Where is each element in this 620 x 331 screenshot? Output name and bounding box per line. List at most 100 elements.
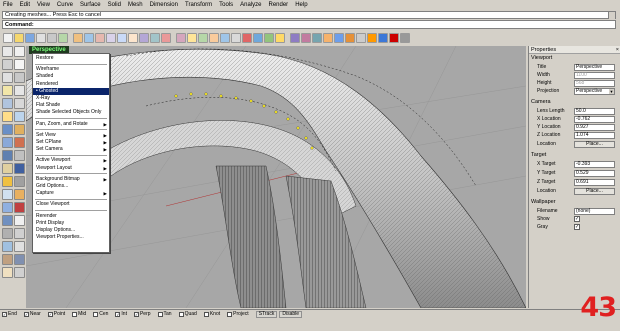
- command-history-scrollbar[interactable]: [608, 12, 615, 19]
- tool-button-icon[interactable]: [2, 46, 13, 57]
- command-input[interactable]: Command:: [2, 20, 616, 29]
- toolbar-button-icon[interactable]: [290, 33, 300, 43]
- toolbar-button-icon[interactable]: [14, 33, 24, 43]
- show-checkbox[interactable]: ✓: [574, 216, 580, 222]
- tool-button-icon[interactable]: [2, 176, 13, 187]
- context-menu-item-x-ray[interactable]: X-Ray: [33, 95, 109, 102]
- tool-button-icon[interactable]: [14, 202, 25, 213]
- context-menu-item-viewport-properties[interactable]: Viewport Properties...: [33, 234, 109, 241]
- context-menu-item-flat-shade[interactable]: Flat Shade: [33, 102, 109, 109]
- menu-file[interactable]: File: [3, 2, 13, 8]
- toolbar-button-icon[interactable]: [176, 33, 186, 43]
- z-target-field[interactable]: 0.691: [574, 179, 615, 186]
- tool-button-icon[interactable]: [2, 241, 13, 252]
- toolbar-button-icon[interactable]: [25, 33, 35, 43]
- x-location-field[interactable]: -0.762: [574, 116, 615, 123]
- tool-button-icon[interactable]: [2, 189, 13, 200]
- toolbar-button-icon[interactable]: [242, 33, 252, 43]
- context-menu-item-viewport-layout[interactable]: Viewport Layout ▶: [33, 165, 109, 172]
- osnap-checkbox[interactable]: ✓: [133, 311, 139, 317]
- toolbar-button-icon[interactable]: [117, 33, 127, 43]
- tool-button-icon[interactable]: [14, 228, 25, 239]
- tool-button-icon[interactable]: [2, 98, 13, 109]
- y-target-field[interactable]: 0.529: [574, 170, 615, 177]
- tool-button-icon[interactable]: [14, 124, 25, 135]
- toolbar-button-icon[interactable]: [301, 33, 311, 43]
- camera-place-button[interactable]: Place...: [574, 141, 615, 148]
- toolbar-button-icon[interactable]: [198, 33, 208, 43]
- tool-button-icon[interactable]: [14, 137, 25, 148]
- context-menu-item-display-options[interactable]: Display Options...: [33, 227, 109, 234]
- toolbar-button-icon[interactable]: [389, 33, 399, 43]
- toolbar-button-icon[interactable]: [73, 33, 83, 43]
- context-menu-item-restore[interactable]: Restore: [33, 55, 109, 62]
- z-location-field[interactable]: 1.074: [574, 132, 615, 139]
- osnap-checkbox[interactable]: [93, 311, 99, 317]
- toolbar-button-icon[interactable]: [231, 33, 241, 43]
- context-menu-item-close-viewport[interactable]: Close Viewport: [33, 201, 109, 208]
- target-place-button[interactable]: Place...: [574, 188, 615, 195]
- osnap-checkbox[interactable]: ✓: [2, 311, 7, 317]
- menu-curve[interactable]: Curve: [57, 2, 73, 8]
- menu-edit[interactable]: Edit: [20, 2, 30, 8]
- menu-mesh[interactable]: Mesh: [128, 2, 143, 8]
- tool-button-icon[interactable]: [14, 189, 25, 200]
- tool-button-icon[interactable]: [14, 267, 25, 278]
- menu-tools[interactable]: Tools: [219, 2, 233, 8]
- tool-button-icon[interactable]: [2, 137, 13, 148]
- toolbar-button-icon[interactable]: [84, 33, 94, 43]
- x-target-field[interactable]: -0.393: [574, 161, 615, 168]
- context-menu-item-shade-selected-objects-only[interactable]: Shade Selected Objects Only: [33, 109, 109, 116]
- context-menu-item-background-bitmap[interactable]: Background Bitmap ▶: [33, 176, 109, 183]
- toolbar-button-icon[interactable]: [345, 33, 355, 43]
- toolbar-button-icon[interactable]: [47, 33, 57, 43]
- toolbar-button-icon[interactable]: [264, 33, 274, 43]
- tool-button-icon[interactable]: [14, 241, 25, 252]
- toolbar-button-icon[interactable]: [275, 33, 285, 43]
- menu-transform[interactable]: Transform: [185, 2, 212, 8]
- toolbar-button-icon[interactable]: [400, 33, 410, 43]
- tool-button-icon[interactable]: [2, 124, 13, 135]
- tool-button-icon[interactable]: [14, 163, 25, 174]
- osnap-near[interactable]: ✓ Near: [23, 311, 41, 317]
- toolbar-button-icon[interactable]: [378, 33, 388, 43]
- context-menu-item-set-view[interactable]: Set View ▶: [33, 132, 109, 139]
- tool-button-icon[interactable]: [14, 46, 25, 57]
- context-menu-item-rendered[interactable]: Rendered: [33, 81, 109, 88]
- osnap-point[interactable]: ✓ Point: [47, 311, 65, 317]
- toolbar-button-icon[interactable]: [334, 33, 344, 43]
- tool-button-icon[interactable]: [2, 111, 13, 122]
- osnap-int[interactable]: ✓ Int: [115, 311, 127, 317]
- filename-field[interactable]: (none): [574, 208, 615, 215]
- tool-button-icon[interactable]: [2, 254, 13, 265]
- context-menu-item-pan-zoom-and-rotate[interactable]: Pan, Zoom, and Rotate ▶: [33, 121, 109, 128]
- toolbar-button-icon[interactable]: [58, 33, 68, 43]
- context-menu-item-wireframe[interactable]: Wireframe: [33, 66, 109, 73]
- tool-button-icon[interactable]: [14, 176, 25, 187]
- menu-help[interactable]: Help: [295, 2, 307, 8]
- tool-button-icon[interactable]: [14, 85, 25, 96]
- tool-button-icon[interactable]: [14, 111, 25, 122]
- osnap-knot[interactable]: Knot: [203, 311, 220, 317]
- osnap-project[interactable]: Project: [227, 311, 249, 317]
- tool-button-icon[interactable]: [2, 202, 13, 213]
- context-menu-item-active-viewport[interactable]: Active Viewport ▶: [33, 157, 109, 164]
- toolbar-button-icon[interactable]: [253, 33, 263, 43]
- context-menu-item-rerender[interactable]: Rerender: [33, 213, 109, 220]
- osnap-mid[interactable]: Mid: [72, 311, 86, 317]
- osnap-checkbox[interactable]: ✓: [23, 311, 29, 317]
- toolbar-button-icon[interactable]: [150, 33, 160, 43]
- toolbar-button-icon[interactable]: [36, 33, 46, 43]
- toolbar-button-icon[interactable]: [3, 33, 13, 43]
- gray-checkbox[interactable]: ✓: [574, 224, 580, 230]
- chevron-down-icon[interactable]: ▼: [609, 89, 614, 94]
- osnap-checkbox[interactable]: ✓: [115, 311, 121, 317]
- title-field[interactable]: Perspective: [574, 64, 615, 71]
- menu-solid[interactable]: Solid: [108, 2, 121, 8]
- tool-button-icon[interactable]: [2, 150, 13, 161]
- tool-button-icon[interactable]: [14, 215, 25, 226]
- tool-button-icon[interactable]: [14, 98, 25, 109]
- tool-button-icon[interactable]: [14, 59, 25, 70]
- toolbar-button-icon[interactable]: [139, 33, 149, 43]
- toolbar-button-icon[interactable]: [220, 33, 230, 43]
